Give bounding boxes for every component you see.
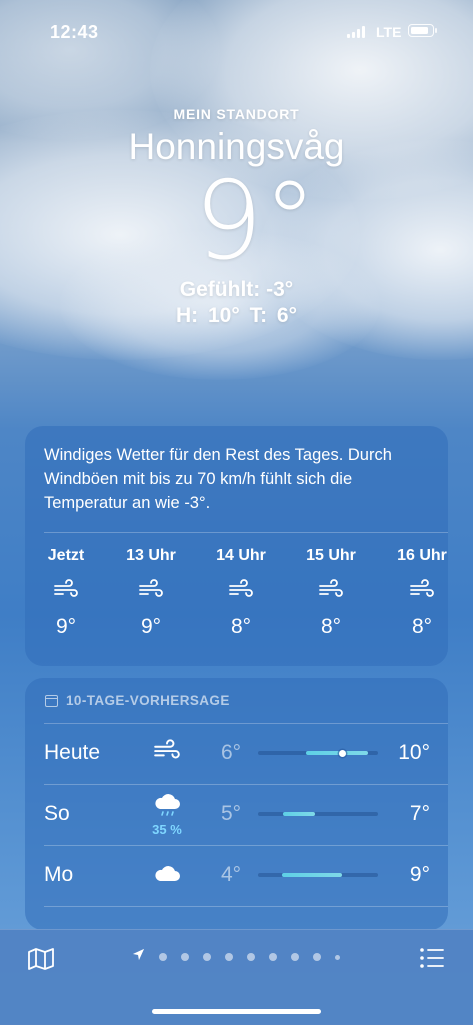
wind-icon xyxy=(116,579,186,601)
hour-label: 13 Uhr xyxy=(126,547,176,564)
hour-label: 16 Uhr xyxy=(397,547,447,564)
divider xyxy=(44,532,448,533)
map-icon[interactable] xyxy=(27,947,55,976)
page-dot[interactable] xyxy=(269,953,277,961)
hourly-forecast-card[interactable]: Windiges Wetter für den Rest des Tages. … xyxy=(25,426,448,666)
location-arrow-icon xyxy=(132,948,145,966)
temperature-range-bar xyxy=(258,873,378,877)
ten-day-forecast-card[interactable]: 10-TAGE-VORHERSAGE Heute 6° 10° So 35 % … xyxy=(25,678,448,930)
low-temperature: 6° xyxy=(221,741,242,764)
calendar-icon xyxy=(45,694,58,707)
hour-temperature: 8° xyxy=(320,615,342,638)
precipitation-chance: 35 % xyxy=(152,822,182,837)
hour-temperature: 9° xyxy=(55,615,77,638)
hour-item: 14 Uhr 8° xyxy=(206,547,276,639)
battery-icon xyxy=(408,24,437,37)
low-temperature: 5° xyxy=(221,802,242,825)
wind-icon xyxy=(149,739,185,766)
home-indicator[interactable] xyxy=(152,1009,321,1014)
feels-like: Gefühlt: -3° xyxy=(179,278,294,301)
divider xyxy=(44,784,448,785)
location-label: MEIN STANDORT xyxy=(173,106,300,122)
temperature-range-bar xyxy=(258,749,378,757)
wind-icon xyxy=(206,579,276,601)
page-indicator[interactable] xyxy=(132,948,354,966)
page-dot[interactable] xyxy=(181,953,189,961)
hour-item: 16 Uhr 8° xyxy=(387,547,448,639)
list-icon[interactable] xyxy=(419,947,445,974)
hour-item: Jetzt 9° xyxy=(31,547,101,639)
hour-label: 14 Uhr xyxy=(216,547,266,564)
hour-item: 15 Uhr 8° xyxy=(296,547,366,639)
day-label: Heute xyxy=(44,741,101,764)
high-temperature: 7° xyxy=(409,802,430,825)
current-weather: MEIN STANDORT Honningsvåg 9° Gefühlt: -3… xyxy=(0,106,473,328)
page-dot[interactable] xyxy=(203,953,211,961)
forecast-header: 10-TAGE-VORHERSAGE xyxy=(45,693,230,708)
divider xyxy=(44,845,448,846)
high-temperature: 9° xyxy=(409,863,430,886)
page-dot[interactable] xyxy=(291,953,299,961)
page-dot[interactable] xyxy=(313,953,321,961)
temperature-range-bar xyxy=(258,812,378,816)
hour-temperature: 8° xyxy=(411,615,433,638)
day-label: Mo xyxy=(44,863,74,886)
low-temperature: 4° xyxy=(221,863,242,886)
high-temperature: 10° xyxy=(398,741,430,764)
weather-summary: Windiges Wetter für den Rest des Tages. … xyxy=(44,446,392,512)
forecast-title: 10-TAGE-VORHERSAGE xyxy=(66,693,230,708)
hour-temperature: 9° xyxy=(140,615,162,638)
divider xyxy=(44,906,448,907)
forecast-row-today[interactable]: Heute 6° 10° xyxy=(25,723,448,783)
wind-icon xyxy=(296,579,366,601)
forecast-row-monday[interactable]: Mo 4° 9° xyxy=(25,845,448,905)
day-label: So xyxy=(44,802,70,825)
cloud-rain-icon xyxy=(149,792,185,823)
page-dot[interactable] xyxy=(335,954,340,960)
hour-label: Jetzt xyxy=(47,547,85,564)
temperature-range-fill xyxy=(283,812,315,816)
temperature-range-fill xyxy=(306,751,368,755)
hour-temperature: 8° xyxy=(230,615,252,638)
page-dot[interactable] xyxy=(247,953,255,961)
clock: 12:43 xyxy=(50,22,99,42)
current-temperature: 9° xyxy=(194,159,317,284)
wind-icon xyxy=(31,579,101,601)
hourly-list[interactable]: Jetzt 9° 13 Uhr 9° 14 Uhr 8° 15 Uhr 8° 1… xyxy=(25,545,448,665)
divider xyxy=(44,723,448,724)
page-dot[interactable] xyxy=(225,953,233,961)
hour-item: 13 Uhr 9° xyxy=(116,547,186,639)
hour-label: 15 Uhr xyxy=(306,547,356,564)
cloud-icon xyxy=(149,863,185,888)
temperature-range-fill xyxy=(282,873,342,877)
signal-icon xyxy=(347,26,369,38)
network-type: LTE xyxy=(376,24,402,40)
wind-icon xyxy=(387,579,448,601)
page-dot[interactable] xyxy=(159,953,167,961)
forecast-row-sunday[interactable]: So 35 % 5° 7° xyxy=(25,784,448,844)
status-bar: 12:43 LTE xyxy=(0,22,473,42)
forecast-row-next[interactable] xyxy=(25,906,448,930)
high-low: H: 10° T: 6° xyxy=(176,304,297,327)
current-temperature-marker xyxy=(339,749,346,757)
